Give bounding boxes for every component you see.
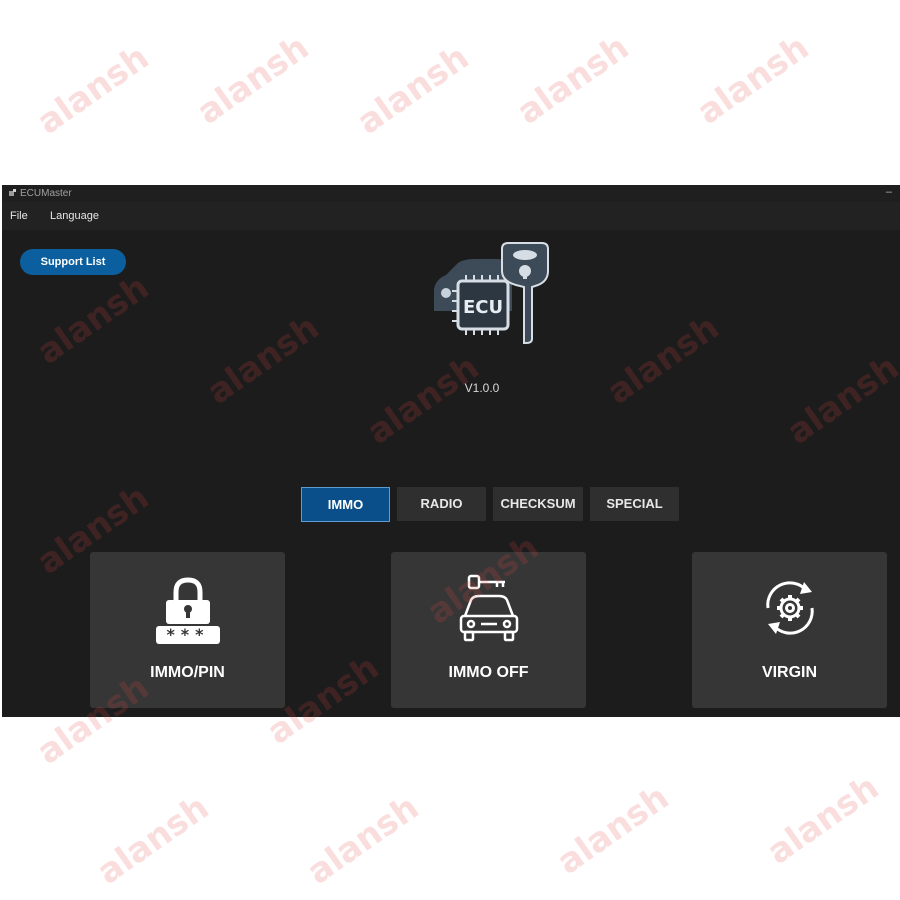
watermark-text: alansh — [549, 777, 677, 883]
watermark-text: alansh — [29, 37, 157, 143]
immo-off-card[interactable]: IMMO OFF — [391, 552, 586, 708]
tab-immo[interactable]: IMMO — [301, 487, 390, 522]
tab-radio[interactable]: RADIO — [397, 487, 486, 521]
window-title: ECUMaster — [20, 188, 72, 199]
watermark-text: alansh — [89, 787, 217, 893]
svg-text:***: *** — [166, 625, 209, 644]
version-label: V1.0.0 — [464, 381, 500, 395]
menu-bar: File Language — [2, 202, 900, 230]
watermark-text: alansh — [189, 27, 317, 133]
watermark-text: alansh — [759, 767, 887, 873]
app-icon — [9, 189, 16, 196]
watermark-text: alansh — [689, 27, 817, 133]
app-window: ECUMaster – File Language Support List E… — [2, 185, 900, 717]
tab-special[interactable]: SPECIAL — [590, 487, 679, 521]
lock-pin-icon: *** — [156, 577, 220, 644]
ecu-badge-text: ECU — [463, 297, 503, 318]
gear-refresh-icon — [766, 581, 814, 635]
watermark-text: alansh — [349, 37, 477, 143]
title-bar: ECUMaster – — [2, 185, 900, 202]
watermark-text: alansh — [299, 787, 427, 893]
category-tabs: IMMO RADIO CHECKSUM SPECIAL — [2, 487, 900, 523]
ecu-logo-icon: ECU — [434, 242, 549, 344]
watermark-text: alansh — [509, 27, 637, 133]
minimize-button[interactable]: – — [886, 186, 892, 198]
virgin-card[interactable]: VIRGIN — [692, 552, 887, 708]
immo-pin-label: IMMO/PIN — [150, 664, 225, 681]
support-list-button[interactable]: Support List — [20, 249, 126, 275]
tab-checksum[interactable]: CHECKSUM — [493, 487, 583, 521]
menu-file[interactable]: File — [10, 210, 28, 222]
virgin-label: VIRGIN — [761, 664, 818, 681]
car-key-icon — [459, 574, 519, 642]
immo-pin-card[interactable]: *** IMMO/PIN — [90, 552, 285, 708]
menu-language[interactable]: Language — [50, 210, 99, 222]
immo-off-label: IMMO OFF — [448, 664, 529, 681]
